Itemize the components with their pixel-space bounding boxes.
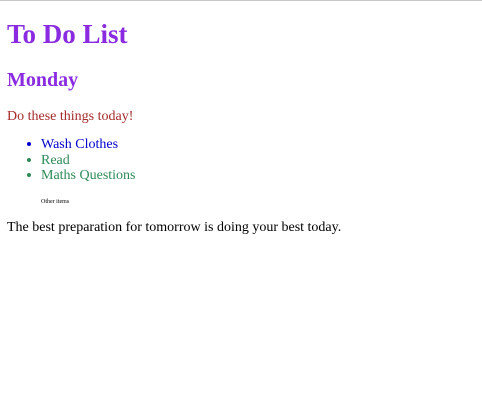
bullet-icon [27, 142, 31, 146]
top-divider [0, 0, 482, 1]
todo-item-label: Read [41, 152, 70, 168]
todo-item-label: Maths Questions [41, 168, 136, 183]
other-items-note: Other items [41, 199, 70, 205]
intro-text: Do these things today! [7, 109, 134, 124]
bullet-icon [27, 157, 31, 162]
day-heading: Monday [7, 69, 79, 91]
page-title: To Do List [7, 19, 128, 49]
todo-item-wash-clothes: Wash Clothes [7, 137, 136, 153]
motivational-quote: The best preparation for tomorrow is doi… [7, 220, 342, 235]
todo-item-maths-questions: Maths Questions [7, 168, 136, 184]
todo-list: Wash Clothes Read Maths Questions [7, 137, 136, 184]
bullet-icon [27, 173, 31, 177]
todo-item-read: Read [7, 153, 136, 169]
todo-item-label: Wash Clothes [41, 137, 119, 152]
